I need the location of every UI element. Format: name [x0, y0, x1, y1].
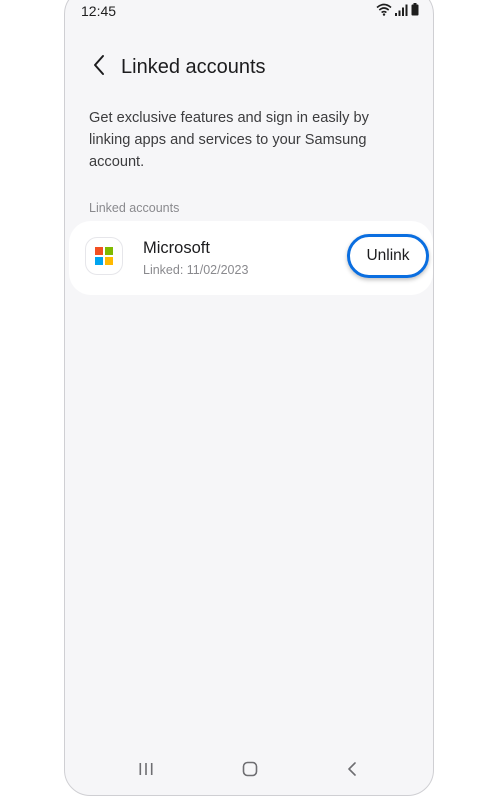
nav-back-button[interactable]: [337, 759, 367, 783]
account-name: Microsoft: [143, 239, 210, 257]
status-time: 12:45: [81, 3, 117, 19]
page-title: Linked accounts: [121, 56, 266, 78]
home-button[interactable]: [235, 759, 265, 783]
battery-icon: [411, 3, 419, 21]
signal-icon: [395, 3, 408, 21]
status-bar: 12:45: [65, 1, 433, 35]
phone-frame: 12:45 Linked accounts Get exclusive feat…: [64, 0, 434, 796]
page-description: Get exclusive features and sign in easil…: [89, 110, 369, 170]
back-icon: [346, 761, 358, 782]
section-label: Linked accounts: [89, 201, 180, 215]
header: Linked accounts: [65, 49, 433, 89]
navigation-bar: [65, 759, 433, 789]
status-icons: [376, 3, 419, 21]
linked-account-item: Microsoft Linked: 11/02/2023 Unlink: [69, 221, 433, 295]
unlink-button[interactable]: Unlink: [347, 234, 429, 278]
back-button[interactable]: [85, 53, 113, 81]
recent-apps-button[interactable]: [131, 759, 161, 783]
wifi-icon: [376, 3, 392, 21]
chevron-left-icon: [92, 54, 106, 81]
microsoft-logo-icon: [85, 237, 123, 275]
home-icon: [242, 761, 258, 782]
recent-apps-icon: [138, 762, 154, 781]
account-linked-date: Linked: 11/02/2023: [143, 263, 249, 277]
